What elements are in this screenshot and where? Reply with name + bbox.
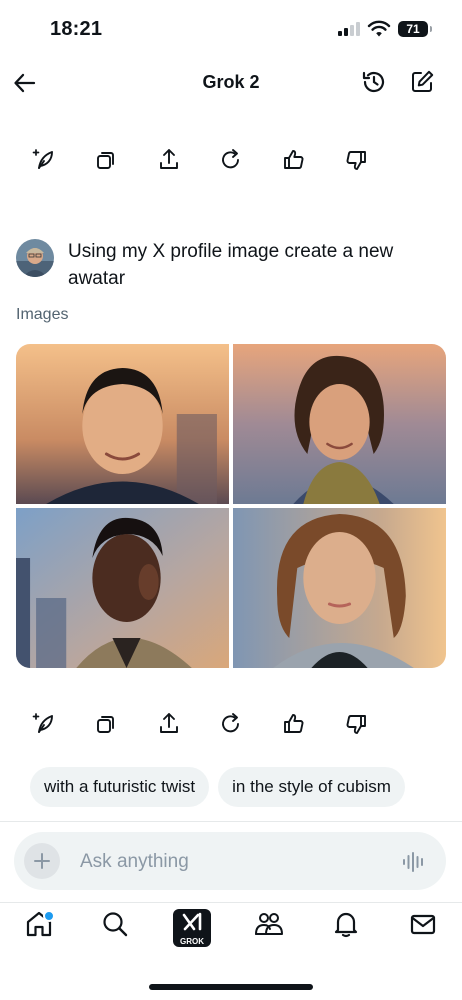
thumbs-up-icon[interactable]: [280, 710, 308, 738]
share-icon[interactable]: [155, 710, 183, 738]
thumbs-up-icon[interactable]: [280, 146, 308, 174]
suggestion-chip[interactable]: in the style of cubism: [218, 767, 405, 807]
bell-icon[interactable]: [330, 908, 362, 940]
copy-icon[interactable]: [92, 710, 120, 738]
communities-icon[interactable]: [253, 908, 285, 940]
copy-icon[interactable]: [92, 146, 120, 174]
notification-dot: [43, 910, 55, 922]
generated-image[interactable]: [233, 508, 446, 668]
status-time: 18:21: [50, 18, 103, 40]
divider: [0, 821, 462, 822]
compose-icon[interactable]: [408, 68, 436, 96]
cellular-signal-icon: [338, 22, 360, 36]
avatar[interactable]: [16, 239, 54, 277]
response-actions-top: [30, 146, 370, 174]
refresh-icon[interactable]: [217, 146, 245, 174]
ask-input[interactable]: [80, 849, 360, 875]
generated-image[interactable]: [16, 344, 229, 504]
wifi-icon: [367, 20, 391, 37]
voice-icon[interactable]: [401, 849, 427, 875]
grok-logo-icon: [182, 912, 202, 931]
history-icon[interactable]: [360, 68, 388, 96]
sparkle-pen-icon[interactable]: [30, 146, 58, 174]
response-actions-bottom: [30, 710, 370, 738]
divider: [0, 902, 462, 903]
image-grid: [16, 344, 446, 668]
user-message: Using my X profile image create a new aw…: [68, 241, 394, 289]
sparkle-pen-icon[interactable]: [30, 710, 58, 738]
search-icon[interactable]: [99, 908, 131, 940]
plus-icon: [34, 853, 50, 869]
thumbs-down-icon[interactable]: [342, 146, 370, 174]
generated-image[interactable]: [233, 344, 446, 504]
mail-icon[interactable]: [407, 908, 439, 940]
attach-button[interactable]: [24, 843, 60, 879]
images-label: Images: [16, 306, 69, 323]
thumbs-down-icon[interactable]: [342, 710, 370, 738]
battery-level: 71: [406, 22, 420, 36]
refresh-icon[interactable]: [217, 710, 245, 738]
share-icon[interactable]: [155, 146, 183, 174]
bottom-nav: [0, 908, 462, 952]
page-title: Grok 2: [202, 72, 260, 92]
battery-icon: 71: [398, 21, 432, 37]
home-indicator: [149, 984, 313, 990]
generated-image[interactable]: [16, 508, 229, 668]
suggestion-chips: with a futuristic twist in the style of …: [30, 767, 405, 807]
grok-label: GROK: [180, 937, 204, 946]
suggestion-chip[interactable]: with a futuristic twist: [30, 767, 210, 807]
